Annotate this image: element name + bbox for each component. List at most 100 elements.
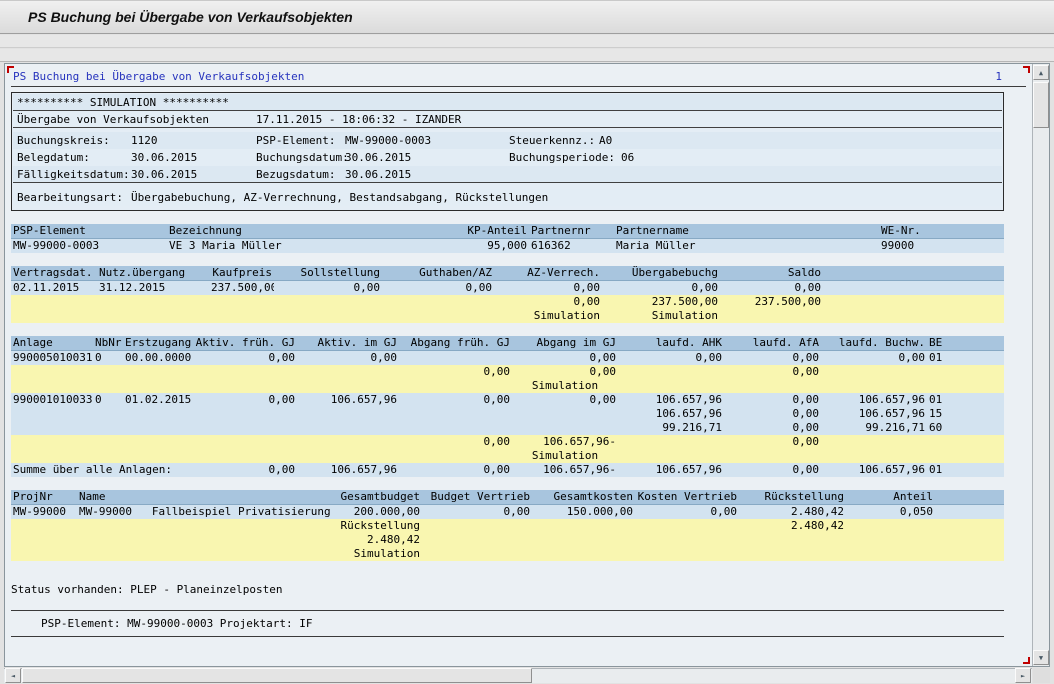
column-header[interactable]: Guthaben/AZ: [382, 266, 494, 281]
table-cell: 0: [93, 351, 123, 366]
table-cell: [11, 421, 93, 435]
table-cell: 0,00: [512, 351, 618, 366]
table-cell: 99000: [879, 239, 999, 254]
table-row[interactable]: Summe über alle Anlagen:0,00106.657,960,…: [11, 463, 1004, 477]
column-header[interactable]: Aktiv. im GJ: [297, 336, 399, 351]
field-value: A0: [599, 132, 612, 149]
contract-table: Vertragsdat.Nutz.übergangKaufpreisSollst…: [11, 266, 1004, 323]
column-header[interactable]: Bezeichnung: [167, 224, 457, 239]
table-cell-filler: [823, 309, 1004, 323]
table-cell: 0,00: [724, 365, 821, 379]
table-row[interactable]: Simulation: [11, 449, 1004, 463]
table-cell: [11, 295, 97, 309]
table-row[interactable]: Simulation: [11, 547, 1004, 561]
table-cell: 0,00: [191, 463, 297, 477]
table-cell: 0,00: [602, 281, 720, 296]
table-row[interactable]: 02.11.201531.12.2015237.500,000,000,000,…: [11, 281, 1004, 296]
table-row[interactable]: 0,00106.657,96-0,00: [11, 435, 1004, 449]
table-cell: 01: [927, 351, 961, 366]
scroll-up-button[interactable]: ▲: [1033, 65, 1049, 80]
column-header[interactable]: Abgang früh. GJ: [399, 336, 512, 351]
table-row[interactable]: 0,000,000,00: [11, 365, 1004, 379]
column-header[interactable]: Anlage: [11, 336, 93, 351]
table-cell: 237.500,00: [602, 295, 720, 309]
column-header[interactable]: Abgang im GJ: [512, 336, 618, 351]
column-header[interactable]: laufd. Buchw.: [821, 336, 927, 351]
table-cell: 0,00: [191, 393, 297, 407]
table-row[interactable]: MW-99000MW-99000 Fallbeispiel Privatisie…: [11, 505, 1004, 520]
table-cell-filler: [961, 435, 1004, 449]
field-label: Buchungsdatum:: [256, 149, 349, 166]
simulation-banner: ********** SIMULATION **********: [17, 94, 229, 111]
table-row[interactable]: 990001010033001.02.20150,00106.657,960,0…: [11, 393, 1004, 407]
horizontal-scrollbar[interactable]: ◄ ►: [4, 668, 1032, 683]
column-header[interactable]: laufd. AHK: [618, 336, 724, 351]
table-cell: Simulation: [338, 547, 422, 561]
column-header[interactable]: Aktiv. früh. GJ: [191, 336, 297, 351]
column-header[interactable]: Gesamtkosten: [532, 490, 635, 505]
table-row[interactable]: SimulationSimulation: [11, 309, 1004, 323]
simulation-info-box: ********** SIMULATION ********** Übergab…: [11, 92, 1004, 211]
table-cell: 95,000: [457, 239, 529, 254]
simbox-row-belegdatum: Belegdatum: 30.06.2015 Buchungsdatum: 30…: [13, 149, 1002, 166]
field-label: Belegdatum:: [17, 149, 90, 166]
table-row[interactable]: MW-99000-0003VE 3 Maria Müller95,0006163…: [11, 239, 1004, 254]
column-header-filler: [961, 336, 1004, 351]
table-cell: [635, 533, 739, 547]
column-header[interactable]: ProjNr: [11, 490, 77, 505]
table-cell: [399, 449, 512, 463]
scroll-right-button[interactable]: ►: [1015, 668, 1031, 683]
column-header[interactable]: Übergabebuchg: [602, 266, 720, 281]
table-row[interactable]: 990005010031000.00.00000,000,000,000,000…: [11, 351, 1004, 366]
field-label: Fälligkeitsdatum:: [17, 166, 130, 183]
column-header[interactable]: Partnername: [614, 224, 879, 239]
column-header[interactable]: AZ-Verrech.: [494, 266, 602, 281]
column-header[interactable]: Anteil: [846, 490, 935, 505]
table-row[interactable]: 2.480,42: [11, 533, 1004, 547]
horizontal-scroll-thumb[interactable]: [22, 668, 532, 683]
column-header[interactable]: Saldo: [720, 266, 823, 281]
table-cell: 106.657,96: [821, 463, 927, 477]
table-row[interactable]: Simulation: [11, 379, 1004, 393]
table-cell: [399, 379, 512, 393]
vertical-scrollbar[interactable]: ▲ ▼: [1032, 64, 1049, 666]
table-row[interactable]: 0,00237.500,00237.500,00: [11, 295, 1004, 309]
resize-corner-mark-top-right: [1023, 66, 1030, 73]
column-header[interactable]: NbNr: [93, 336, 123, 351]
column-header[interactable]: Name: [77, 490, 338, 505]
column-header[interactable]: Erstzugang: [123, 336, 191, 351]
table-row[interactable]: Rückstellung2.480,42: [11, 519, 1004, 533]
column-header[interactable]: BE: [927, 336, 961, 351]
column-header[interactable]: WE-Nr.: [879, 224, 999, 239]
table-cell: [123, 379, 191, 393]
column-header[interactable]: KP-Anteil: [457, 224, 529, 239]
simbox-subtitle-row: Übergabe von Verkaufsobjekten 17.11.2015…: [13, 111, 1002, 128]
column-header[interactable]: Kaufpreis: [209, 266, 274, 281]
table-cell: 0,00: [724, 463, 821, 477]
table-cell: 00.00.0000: [123, 351, 191, 366]
field-value: 30.06.2015: [345, 166, 411, 183]
column-header[interactable]: Rückstellung: [739, 490, 846, 505]
table-cell: 0,00: [422, 505, 532, 520]
column-header[interactable]: laufd. AfA: [724, 336, 821, 351]
table-row[interactable]: 99.216,710,0099.216,7160: [11, 421, 1004, 435]
table-cell: [927, 365, 961, 379]
table-cell-filler: [999, 239, 1004, 254]
column-header[interactable]: Sollstellung: [274, 266, 382, 281]
column-header[interactable]: Nutz.übergang: [97, 266, 209, 281]
table-cell: Maria Müller: [614, 239, 879, 254]
column-header[interactable]: Kosten Vertrieb: [635, 490, 739, 505]
table-cell: [635, 519, 739, 533]
table-cell: [618, 379, 724, 393]
table-row[interactable]: 106.657,960,00106.657,9615: [11, 407, 1004, 421]
table-cell-filler: [961, 449, 1004, 463]
column-header[interactable]: Budget Vertrieb: [422, 490, 532, 505]
psp-element-line: PSP-Element: MW-99000-0003 Projektart: I…: [11, 615, 1026, 632]
table-cell: 0,00: [297, 351, 399, 366]
column-header[interactable]: Partnernr: [529, 224, 614, 239]
scroll-down-button[interactable]: ▼: [1033, 650, 1049, 665]
vertical-scroll-thumb[interactable]: [1033, 82, 1049, 128]
column-header[interactable]: Gesamtbudget: [338, 490, 422, 505]
table-cell: [422, 519, 532, 533]
scroll-left-button[interactable]: ◄: [5, 668, 21, 683]
